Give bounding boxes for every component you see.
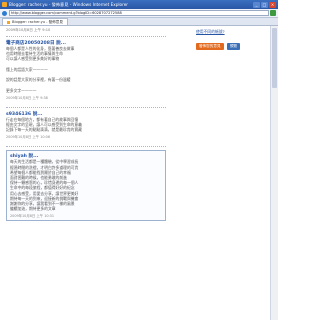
close-button[interactable]: ×: [269, 1, 276, 8]
divider: [6, 36, 166, 37]
go-icon[interactable]: [270, 10, 276, 16]
comment-line: 記錄下每一天的點點滴滴，就是最珍貴的寶藏: [6, 127, 82, 133]
comments-column: 2009年10月8日 上午 9:10 電子商店20050208日 說... 每個…: [6, 26, 166, 228]
comment-date: 2009年10月8日 上午 10:31: [10, 214, 54, 219]
comment-date: 2009年10月8日 上午 10:06: [6, 135, 50, 140]
tab-label: Blogger: racher.yu - 發佈意見: [12, 20, 63, 24]
blogger-tab-icon: [7, 20, 10, 24]
url-field[interactable]: http://www.blogger.com/comment.g?blogID=…: [9, 10, 269, 16]
tab-bar: Blogger: racher.yu - 發佈意見: [0, 18, 278, 26]
ie-icon: [2, 10, 7, 16]
comment-date: 2009年10月8日 上午 9:10: [6, 28, 51, 32]
comment-line: 繼續加油，期待更多的文章: [10, 206, 56, 212]
blogger-icon: [2, 2, 7, 7]
window-title: Blogger: racher.yu - 發佈意見 - Windows Inte…: [9, 1, 129, 7]
minimize-button[interactable]: _: [253, 1, 260, 8]
maximize-button[interactable]: □: [261, 1, 268, 8]
divider: [6, 106, 166, 108]
comment-form-sidebar: 使用不同的帳號? 發佈您的意見 預覽: [196, 26, 256, 50]
address-bar: http://www.blogger.com/comment.g?blogID=…: [0, 9, 278, 18]
vertical-scrollbar[interactable]: [270, 26, 278, 320]
comment-item: 電子商店20050208日 說... 每個人都是人性的化身，靠著善良去做事 也用…: [6, 40, 166, 100]
tab-blogger[interactable]: Blogger: racher.yu - 發佈意見: [2, 18, 68, 25]
scrollbar-thumb[interactable]: [272, 28, 277, 88]
page-content: 2009年10月8日 上午 9:10 電子商店20050208日 說... 每個…: [0, 26, 270, 320]
comment-line: 更多文字一一一一: [6, 87, 37, 93]
comment-item: s9346136 說... 行走在每個地方，都有著自己的故事與回憶 經由文字的呈…: [6, 111, 166, 140]
preview-button[interactable]: 預覽: [226, 43, 241, 50]
window-titlebar: Blogger: racher.yu - 發佈意見 - Windows Inte…: [0, 0, 278, 9]
divider: [6, 146, 166, 148]
comment-date: 2009年10月8日 上午 9:38: [6, 95, 48, 100]
comment-item-highlighted: shiyah 說... 每天的生活都是一種體驗，從中學習成長 經過時間的洗禮，才…: [6, 150, 166, 222]
publish-comment-button[interactable]: 發佈您的意見: [196, 43, 224, 50]
